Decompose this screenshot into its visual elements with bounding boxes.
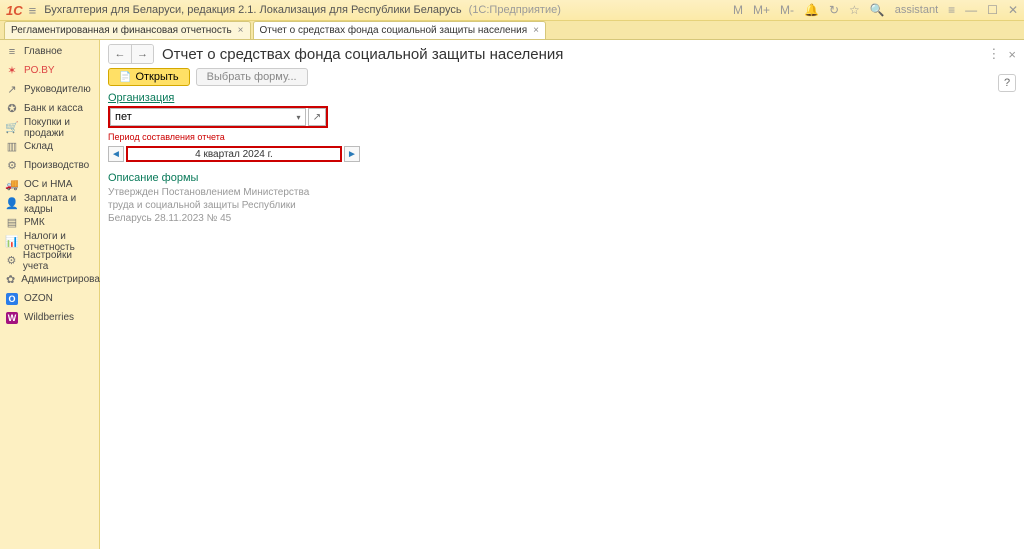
wildberries-icon: W bbox=[6, 312, 18, 324]
tab-reglament[interactable]: Регламентированная и финансовая отчетнос… bbox=[4, 21, 251, 39]
calc-mminus-icon[interactable]: M- bbox=[780, 3, 794, 17]
sidebar-item-главное[interactable]: ≡ Главное bbox=[0, 42, 99, 61]
app-logo-icon: 1C bbox=[6, 3, 23, 18]
period-prev-button[interactable]: ◄ bbox=[108, 146, 124, 162]
app-title: Бухгалтерия для Беларуси, редакция 2.1. … bbox=[44, 4, 733, 16]
toolbar: Открыть Выбрать форму... bbox=[100, 68, 1024, 92]
search-icon[interactable]: 🔍 bbox=[870, 3, 885, 17]
organization-label[interactable]: Организация bbox=[108, 92, 174, 104]
sidebar-item-po.by[interactable]: ✶ PO.BY bbox=[0, 61, 99, 80]
sidebar-item-label: Настройки учета bbox=[23, 250, 93, 272]
sidebar-item-label: PO.BY bbox=[24, 65, 55, 76]
sidebar-item-label: РМК bbox=[24, 217, 45, 228]
sidebar-item-настройки-учета[interactable]: ⚙ Настройки учета bbox=[0, 251, 99, 270]
tab-close-icon[interactable]: × bbox=[238, 25, 244, 36]
склад-icon: ▥ bbox=[6, 141, 18, 153]
sidebar: ≡ Главное ✶ PO.BY ↗ Руководителю ✪ Банк и касса… bbox=[0, 40, 100, 549]
star-icon[interactable]: ☆ bbox=[849, 3, 860, 17]
help-button[interactable]: ? bbox=[998, 74, 1016, 92]
nav-buttons: ← → bbox=[108, 44, 154, 64]
nav-back-button[interactable]: ← bbox=[109, 45, 131, 63]
sidebar-item-производство[interactable]: ⚙ Производство bbox=[0, 156, 99, 175]
po.by-icon: ✶ bbox=[6, 65, 18, 77]
page-title: Отчет о средствах фонда социальной защит… bbox=[162, 46, 563, 63]
sidebar-item-label: Wildberries bbox=[24, 312, 74, 323]
tab-bar: Регламентированная и финансовая отчетнос… bbox=[0, 21, 1024, 40]
user-label[interactable]: assistant bbox=[895, 4, 938, 16]
ос-и-нма-icon: 🚚 bbox=[6, 179, 18, 191]
period-label: Период составления отчета bbox=[108, 132, 1016, 142]
calc-mplus-icon[interactable]: M+ bbox=[753, 3, 770, 17]
руководителю-icon: ↗ bbox=[6, 84, 18, 96]
sidebar-item-ozon[interactable]: O OZON bbox=[0, 289, 99, 308]
sidebar-item-label: Руководителю bbox=[24, 84, 91, 95]
sidebar-item-label: Производство bbox=[24, 160, 89, 171]
sidebar-item-покупки-и-продажи[interactable]: 🛒 Покупки и продажи bbox=[0, 118, 99, 137]
sidebar-item-label: Склад bbox=[24, 141, 53, 152]
close-panel-icon[interactable]: × bbox=[1008, 47, 1016, 62]
organization-field-group: ▾ ↗ bbox=[108, 106, 328, 128]
рмк-icon: ▤ bbox=[6, 217, 18, 229]
period-next-button[interactable]: ► bbox=[344, 146, 360, 162]
open-button[interactable]: Открыть bbox=[108, 68, 190, 86]
sidebar-item-администрирование[interactable]: ✿Администрирование bbox=[0, 270, 99, 289]
sidebar-item-налоги-и-отчетность[interactable]: 📊Налоги и отчетность bbox=[0, 232, 99, 251]
tab-close-icon[interactable]: × bbox=[533, 25, 539, 36]
main-menu-icon[interactable]: ≡ bbox=[29, 3, 37, 18]
банк-и-касса-icon: ✪ bbox=[6, 103, 18, 115]
period-selector: ◄ 4 квартал 2024 г. ► bbox=[108, 144, 360, 164]
close-icon[interactable]: ✕ bbox=[1008, 3, 1018, 17]
sidebar-item-label: Главное bbox=[24, 46, 62, 57]
titlebar: 1C ≡ Бухгалтерия для Беларуси, редакция … bbox=[0, 0, 1024, 21]
sidebar-item-label: ОС и НМА bbox=[24, 179, 72, 190]
tab-label: Отчет о средствах фонда социальной защит… bbox=[260, 25, 528, 36]
sidebar-item-label: Банк и касса bbox=[24, 103, 83, 114]
ozon-icon: O bbox=[6, 293, 18, 305]
sidebar-item-wildberries[interactable]: W Wildberries bbox=[0, 308, 99, 327]
organization-open-icon[interactable]: ↗ bbox=[308, 108, 326, 126]
sidebar-item-банк-и-касса[interactable]: ✪ Банк и касса bbox=[0, 99, 99, 118]
зарплата-и-кадры-icon: 👤 bbox=[6, 198, 18, 210]
покупки-и-продажи-icon: 🛒 bbox=[6, 122, 18, 134]
администрирование-icon: ✿ bbox=[6, 274, 15, 286]
select-form-button[interactable]: Выбрать форму... bbox=[196, 68, 308, 86]
settings-icon[interactable]: ≡ bbox=[948, 3, 955, 17]
tab-report[interactable]: Отчет о средствах фонда социальной защит… bbox=[253, 21, 546, 39]
history-icon[interactable]: ↻ bbox=[829, 3, 839, 17]
настройки-учета-icon: ⚙ bbox=[6, 255, 17, 267]
sidebar-item-рмк[interactable]: ▤ РМК bbox=[0, 213, 99, 232]
nav-forward-button[interactable]: → bbox=[131, 45, 153, 63]
sidebar-item-ос-и-нма[interactable]: 🚚 ОС и НМА bbox=[0, 175, 99, 194]
sidebar-item-label: Зарплата и кадры bbox=[24, 193, 93, 215]
organization-dropdown-icon[interactable]: ▾ bbox=[292, 108, 306, 126]
maximize-icon[interactable]: ☐ bbox=[987, 3, 998, 17]
главное-icon: ≡ bbox=[6, 46, 18, 58]
sidebar-item-склад[interactable]: ▥ Склад bbox=[0, 137, 99, 156]
more-icon[interactable]: ⋮ bbox=[987, 46, 1000, 62]
bell-icon[interactable]: 🔔 bbox=[804, 3, 819, 17]
производство-icon: ⚙ bbox=[6, 160, 18, 172]
organization-input[interactable] bbox=[110, 108, 292, 126]
sidebar-item-label: Покупки и продажи bbox=[24, 117, 93, 139]
description-body: Утвержден Постановлением Министерства тр… bbox=[108, 186, 328, 225]
sidebar-item-label: OZON bbox=[24, 293, 53, 304]
tab-label: Регламентированная и финансовая отчетнос… bbox=[11, 25, 232, 36]
period-value[interactable]: 4 квартал 2024 г. bbox=[126, 146, 342, 162]
calc-m-icon[interactable]: M bbox=[733, 3, 743, 17]
sidebar-item-руководителю[interactable]: ↗ Руководителю bbox=[0, 80, 99, 99]
minimize-icon[interactable]: — bbox=[965, 3, 977, 17]
налоги-и-отчетность-icon: 📊 bbox=[6, 236, 18, 248]
description-heading: Описание формы bbox=[108, 172, 1016, 184]
sidebar-item-зарплата-и-кадры[interactable]: 👤 Зарплата и кадры bbox=[0, 194, 99, 213]
titlebar-right: M M+ M- 🔔 ↻ ☆ 🔍 assistant ≡ — ☐ ✕ bbox=[733, 3, 1018, 17]
content-area: ← → Отчет о средствах фонда социальной з… bbox=[100, 40, 1024, 549]
